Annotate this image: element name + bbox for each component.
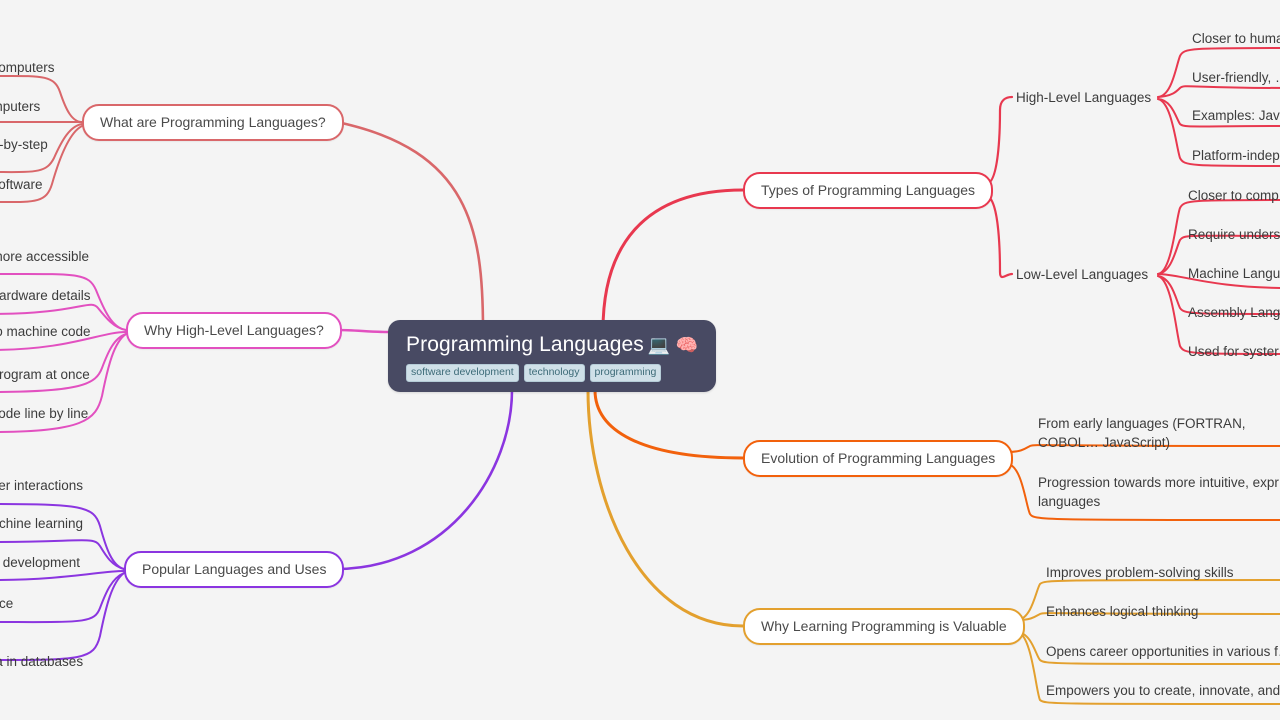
leaf-high-level-1[interactable]: User-friendly, …: [1192, 68, 1280, 87]
leaf-high-level-3[interactable]: Platform-indep…: [1192, 146, 1280, 165]
link-root-to-why-high-level: [335, 328, 390, 334]
leaf-low-level-4[interactable]: Used for syster…: [1188, 342, 1280, 361]
branch-node-popular-languages-and-uses[interactable]: Popular Languages and Uses: [124, 551, 345, 588]
link-types-to-low-level: [984, 194, 1014, 279]
leaf-low-level-3[interactable]: Assembly Lang…: [1188, 303, 1280, 322]
root-title: Programming Languages 💻 🧠: [406, 332, 698, 358]
branch-node-what-are-programming-languages[interactable]: What are Programming Languages?: [82, 104, 344, 141]
branch-label: Types of Programming Languages: [761, 182, 976, 198]
branch-node-evolution-of-programming-languages[interactable]: Evolution of Programming Languages: [743, 440, 1014, 477]
link-root-to-evolution: [593, 388, 745, 460]
leaf-popular-4[interactable]: …ta in databases: [0, 652, 83, 671]
leaf-why-valuable-2[interactable]: Opens career opportunities in various f…: [1046, 642, 1280, 661]
leaf-low-level-1[interactable]: Require unders…: [1188, 225, 1280, 244]
link-popular-leaf-3: [0, 572, 125, 624]
tag-technology[interactable]: technology: [523, 364, 585, 382]
leaf-evolution-0[interactable]: From early languages (FORTRAN, COBOL… Ja…: [1038, 414, 1280, 452]
group-label-low-level-languages[interactable]: Low-Level Languages: [1016, 265, 1148, 284]
group-label-high-level-languages[interactable]: High-Level Languages: [1016, 88, 1151, 107]
tag-programming[interactable]: programming: [589, 364, 662, 382]
link-popular-leaf-4: [0, 572, 125, 661]
mindmap-canvas: Programming Languages 💻 🧠 software develo…: [0, 0, 1280, 720]
root-tag-row: software development technology programm…: [406, 364, 698, 382]
leaf-why-high-level-3[interactable]: …program at once: [0, 365, 90, 384]
leaf-why-valuable-0[interactable]: Improves problem-solving skills: [1046, 563, 1234, 582]
leaf-evolution-1[interactable]: Progression towards more intuitive, expr…: [1038, 473, 1280, 511]
branch-label: Why Learning Programming is Valuable: [761, 618, 1007, 634]
branch-label: Evolution of Programming Languages: [761, 450, 996, 466]
leaf-popular-2[interactable]: …d development: [0, 553, 80, 572]
branch-node-types-of-programming-languages[interactable]: Types of Programming Languages: [743, 172, 994, 209]
leaf-why-valuable-3[interactable]: Empowers you to create, innovate, and …: [1046, 681, 1280, 700]
leaf-low-level-0[interactable]: Closer to comp…: [1188, 186, 1280, 205]
tag-software-development[interactable]: software development: [406, 364, 519, 382]
branch-label: What are Programming Languages?: [100, 114, 326, 130]
branch-label: Popular Languages and Uses: [142, 561, 327, 577]
leaf-why-high-level-1[interactable]: …hardware details: [0, 286, 91, 305]
link-high-level-leaf-1: [1157, 85, 1280, 98]
link-popular-leaf-2: [0, 570, 125, 581]
leaf-high-level-0[interactable]: Closer to huma…: [1192, 29, 1280, 48]
root-emoji: 💻 🧠: [647, 335, 699, 355]
leaf-what-are-1[interactable]: …mputers: [0, 97, 40, 116]
branch-label: Why High-Level Languages?: [144, 322, 324, 338]
branch-node-why-high-level-languages[interactable]: Why High-Level Languages?: [126, 312, 342, 349]
leaf-why-high-level-4[interactable]: …code line by line: [0, 404, 88, 423]
branch-node-why-learning-programming-is-valuable[interactable]: Why Learning Programming is Valuable: [743, 608, 1025, 645]
link-root-to-popular: [335, 388, 514, 571]
root-node[interactable]: Programming Languages 💻 🧠 software develo…: [388, 320, 717, 392]
leaf-what-are-3[interactable]: …software: [0, 175, 43, 194]
leaf-high-level-2[interactable]: Examples: Jav…: [1192, 106, 1280, 125]
leaf-what-are-0[interactable]: …computers: [0, 58, 55, 77]
leaf-low-level-2[interactable]: Machine Langu…: [1188, 264, 1280, 283]
leaf-why-high-level-2[interactable]: …to machine code: [0, 322, 91, 341]
link-root-to-why-valuable: [586, 388, 745, 628]
link-root-to-what-are: [335, 120, 485, 332]
leaf-popular-0[interactable]: …ser interactions: [0, 476, 83, 495]
leaf-why-valuable-1[interactable]: Enhances logical thinking: [1046, 602, 1198, 621]
leaf-popular-3[interactable]: …nce: [0, 594, 13, 613]
link-root-to-types: [601, 188, 745, 332]
link-types-to-high-level: [984, 95, 1014, 186]
root-title-text: Programming Languages: [406, 333, 644, 356]
leaf-why-high-level-0[interactable]: …more accessible: [0, 247, 89, 266]
leaf-what-are-2[interactable]: …o-by-step: [0, 135, 48, 154]
leaf-popular-1[interactable]: …achine learning: [0, 514, 83, 533]
